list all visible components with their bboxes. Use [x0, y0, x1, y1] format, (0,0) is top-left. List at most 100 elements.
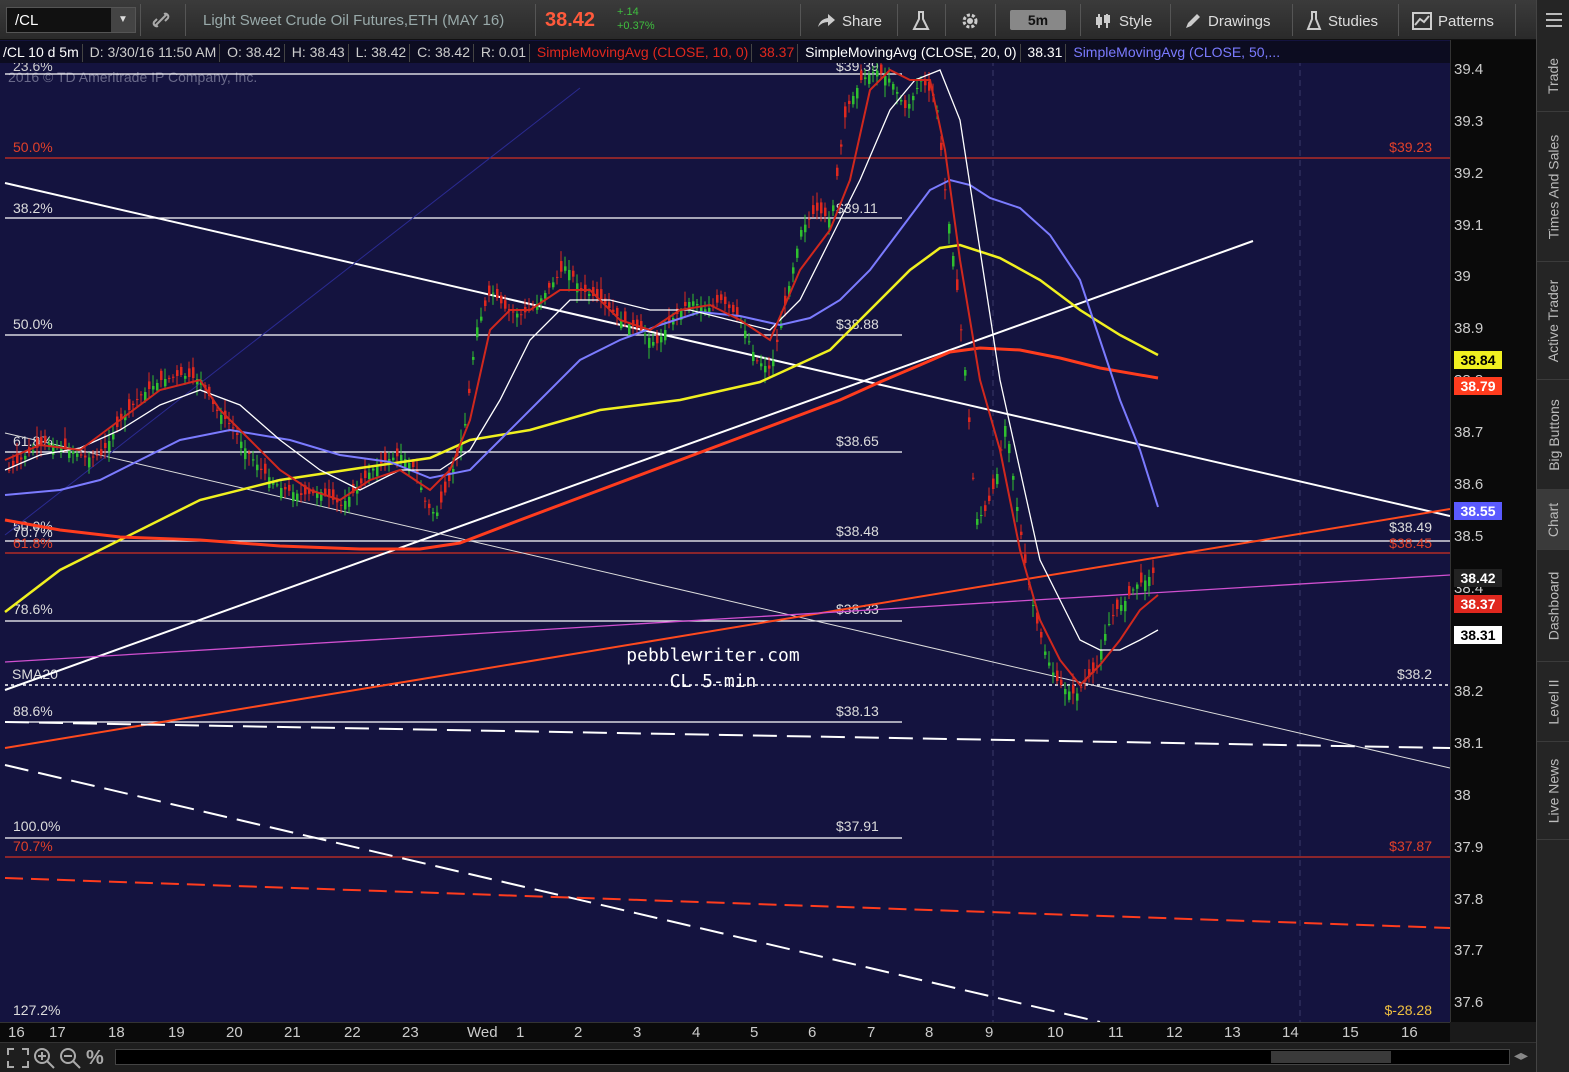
menu-icon[interactable] [1544, 10, 1564, 30]
price-tag: 38.31 [1454, 626, 1502, 645]
net-change: +.14 [617, 6, 639, 18]
candle-body [1072, 684, 1075, 694]
side-tab-trade[interactable]: Trade [1537, 40, 1569, 112]
candle-body [348, 497, 351, 507]
price-tick: 39.3 [1454, 112, 1484, 130]
time-tick: 1 [516, 1024, 525, 1041]
candle-body [752, 352, 755, 362]
settings-button[interactable] [960, 9, 980, 33]
side-tab-chart[interactable]: Chart [1537, 490, 1569, 550]
share-button[interactable]: Share [816, 9, 882, 33]
side-tab-label: Level II [1545, 678, 1562, 725]
price-level-label: $39.11 [836, 200, 878, 216]
candle-body [1140, 572, 1143, 583]
fib-percent-label: 70.7% [13, 838, 53, 854]
zoom-in-icon[interactable] [32, 1047, 56, 1069]
candle-body [628, 324, 631, 335]
candle-body [104, 442, 107, 448]
candle-body [892, 84, 895, 90]
price-tag: 38.79 [1454, 377, 1502, 396]
candle-body [924, 80, 927, 86]
studies-label: Studies [1328, 12, 1379, 30]
price-tick: 39 [1454, 268, 1471, 286]
candle-body [1076, 693, 1079, 701]
flask-button[interactable] [912, 9, 930, 33]
zoom-out-icon[interactable] [58, 1047, 82, 1069]
scroll-handle-icon[interactable]: ◂▸ [1514, 1047, 1538, 1069]
candle-body [1104, 634, 1107, 641]
candle-body [972, 477, 975, 479]
link-icon[interactable] [150, 9, 172, 31]
time-tick: 10 [1047, 1024, 1064, 1041]
candle-body [976, 519, 979, 525]
horizontal-scrollbar[interactable] [115, 1049, 1510, 1065]
candle-body [424, 500, 427, 502]
symbol-selector[interactable]: /CL ▼ [6, 7, 136, 33]
side-tab-level-ii[interactable]: Level II [1537, 662, 1569, 742]
timeframe-button[interactable]: 5m [1010, 10, 1066, 30]
right-level-label: $39.23 [1389, 139, 1432, 155]
price-tick: 39.4 [1454, 61, 1484, 78]
zoom-fit-icon[interactable] [6, 1047, 30, 1069]
style-button[interactable]: Style [1095, 9, 1152, 33]
symbol-period: /CL 10 d 5m [3, 44, 79, 60]
candle-body [96, 454, 99, 456]
time-tick: 14 [1282, 1024, 1299, 1041]
side-tab-times-and-sales[interactable]: Times And Sales [1537, 112, 1569, 262]
toolbar-divider [1398, 4, 1399, 36]
patterns-button[interactable]: Patterns [1412, 9, 1494, 33]
candle-body [240, 441, 243, 448]
candle-body [660, 336, 663, 343]
candle-body [164, 379, 167, 387]
price-axis[interactable]: 39.439.339.239.13938.938.838.738.638.538… [1450, 40, 1536, 1022]
side-tab-live-news[interactable]: Live News [1537, 742, 1569, 840]
candle-body [552, 282, 555, 288]
toolbar-divider [1515, 4, 1516, 36]
chart-canvas[interactable]: 2016 © TD Ameritrade IP Company, Inc. 23.… [0, 40, 1450, 1022]
candle-body [948, 224, 951, 234]
candle-body [1148, 577, 1151, 586]
bar-high: H: 38.43 [291, 44, 345, 60]
candle-body [180, 367, 183, 375]
price-tick: 38.9 [1454, 320, 1484, 338]
toolbar-divider [800, 4, 801, 36]
candle-body [1132, 589, 1135, 591]
time-axis[interactable]: 16 17 18 19 20 21 22 23 Wed 1 2 3 4 5 6 7 8 9 10 11 12 13 14 15… [0, 1022, 1450, 1042]
candle-body [824, 207, 827, 216]
bar-open: O: 38.42 [227, 44, 281, 60]
candle-body [192, 367, 195, 378]
candle-body [800, 230, 803, 237]
scrollbar-thumb[interactable] [1271, 1051, 1391, 1063]
candle-body [468, 388, 471, 393]
chevron-down-icon[interactable]: ▼ [111, 8, 135, 32]
drawings-button[interactable]: Drawings [1184, 9, 1271, 33]
candle-body [512, 311, 515, 313]
chart-info-bar: /CL 10 d 5m D: 3/30/16 11:50 AM O: 38.42… [0, 41, 1450, 63]
side-tab-label: Times And Sales [1545, 134, 1562, 239]
candle-body [832, 205, 835, 212]
percent-icon[interactable]: % [86, 1047, 110, 1069]
chart-drawing: 2016 © TD Ameritrade IP Company, Inc.23.… [0, 40, 1450, 1022]
candle-body [900, 100, 903, 102]
candle-body [20, 457, 23, 460]
candle-body [504, 300, 507, 309]
price-tag: 38.37 [1454, 595, 1502, 614]
candle-body [988, 495, 991, 501]
side-tab-dashboard[interactable]: Dashboard [1537, 550, 1569, 662]
studies-button[interactable]: Studies [1306, 9, 1378, 33]
symbol-text: /CL [15, 12, 39, 29]
toolbar-divider [1080, 4, 1081, 36]
sma20-label: SimpleMovingAvg (CLOSE, 20, 0) [805, 44, 1017, 60]
candle-body [188, 368, 191, 377]
candle-body [68, 449, 71, 458]
candle-body [1012, 476, 1015, 480]
candle-body [140, 394, 143, 396]
fib-percent-label: 127.2% [13, 1002, 60, 1018]
patterns-icon [1412, 12, 1432, 30]
side-tab-active-trader[interactable]: Active Trader [1537, 262, 1569, 380]
price-tick: 37.8 [1454, 890, 1484, 908]
price-change: +.14 +0.37% [617, 5, 655, 33]
candle-body [996, 474, 999, 485]
candle-body [300, 493, 303, 495]
side-tab-big-buttons[interactable]: Big Buttons [1537, 380, 1569, 490]
